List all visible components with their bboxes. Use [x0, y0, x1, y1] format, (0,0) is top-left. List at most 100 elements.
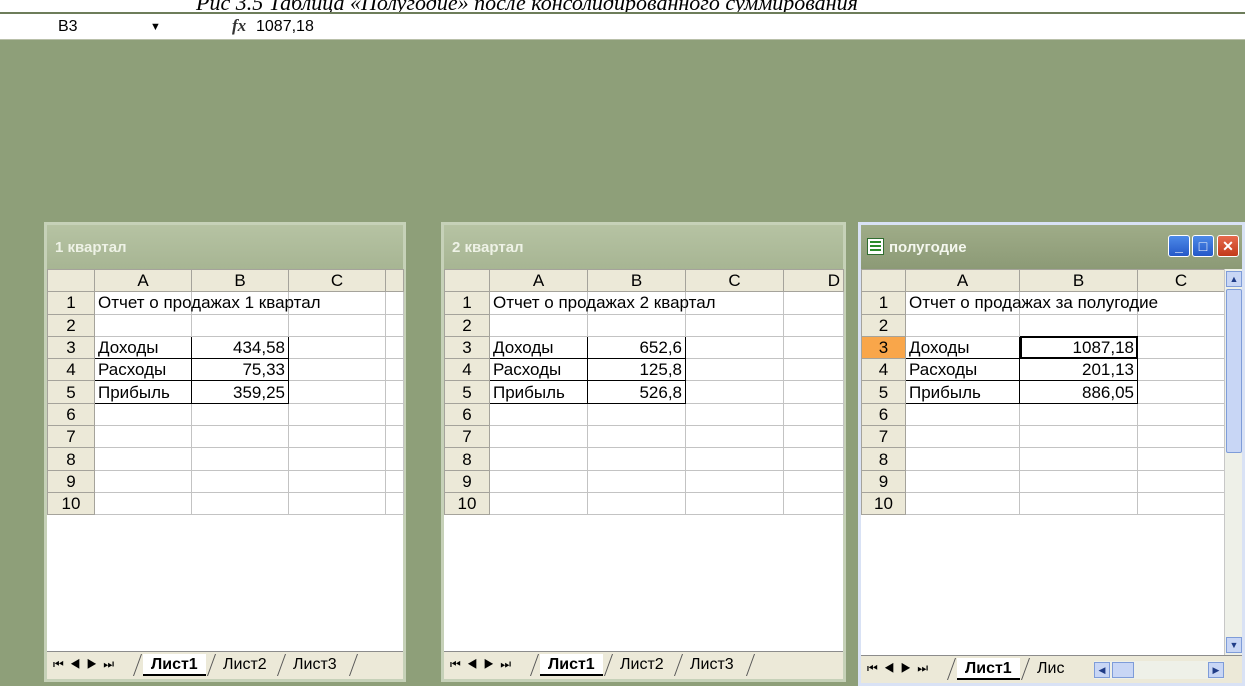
workbook-window-q1[interactable]: 1 квартал A B C 1 Отчет о продажах 1 квар…: [44, 222, 406, 682]
cell[interactable]: [489, 469, 588, 493]
cell[interactable]: Прибыль: [94, 380, 192, 404]
cell[interactable]: 652,6: [587, 335, 686, 360]
cell[interactable]: [1019, 447, 1138, 471]
cell[interactable]: [1019, 491, 1138, 516]
cell[interactable]: [1137, 313, 1225, 337]
row-header[interactable]: 3: [444, 335, 490, 360]
row-header[interactable]: 9: [861, 469, 906, 493]
cell[interactable]: 526,8: [587, 380, 686, 404]
cell[interactable]: [385, 447, 404, 471]
workbook-window-halfyear[interactable]: полугодие _ □ ✕ A B C 1 Отчет о продажах …: [858, 222, 1245, 686]
cell[interactable]: [191, 447, 289, 471]
cell[interactable]: 359,25: [191, 380, 289, 404]
formula-input[interactable]: 1087,18: [256, 17, 314, 37]
cell[interactable]: Расходы: [94, 358, 192, 382]
row-header[interactable]: 3: [47, 335, 95, 360]
cell[interactable]: Прибыль: [905, 380, 1020, 404]
sheet-nav-arrows-icon[interactable]: ⏮◀▶⏭: [867, 661, 934, 676]
close-button[interactable]: ✕: [1217, 235, 1239, 257]
cell[interactable]: [587, 313, 686, 337]
cell[interactable]: [783, 313, 844, 337]
cell[interactable]: [288, 380, 386, 404]
cell[interactable]: [1019, 313, 1138, 337]
horizontal-scrollbar[interactable]: ◀ ▶: [1094, 661, 1224, 679]
cell[interactable]: Расходы: [905, 358, 1020, 382]
cell[interactable]: 886,05: [1019, 380, 1138, 404]
cell[interactable]: [385, 358, 404, 382]
tab-sheet1[interactable]: Лист1: [143, 654, 206, 676]
cell[interactable]: Расходы: [489, 358, 588, 382]
function-icon[interactable]: fx: [232, 16, 246, 36]
cell[interactable]: [783, 358, 844, 382]
cell[interactable]: [685, 447, 784, 471]
row-header[interactable]: 1: [861, 291, 906, 315]
vertical-scrollbar[interactable]: ▲ ▼: [1224, 269, 1242, 655]
cell[interactable]: [191, 425, 289, 449]
sheet-nav-arrows-icon[interactable]: ⏮◀▶⏭: [53, 657, 120, 672]
cell[interactable]: [385, 380, 404, 404]
cell[interactable]: [1137, 425, 1225, 449]
sheet-nav-arrows-icon[interactable]: ⏮◀▶⏭: [450, 657, 517, 672]
cell[interactable]: Доходы: [905, 335, 1020, 360]
column-header[interactable]: [385, 268, 404, 293]
cell[interactable]: [783, 447, 844, 471]
cell[interactable]: [489, 491, 588, 516]
column-header[interactable]: C: [288, 268, 386, 293]
name-box[interactable]: B3: [0, 17, 138, 37]
row-header[interactable]: 6: [47, 402, 95, 427]
cell[interactable]: [288, 447, 386, 471]
chevron-down-icon[interactable]: ▼: [150, 19, 161, 35]
cell[interactable]: [905, 402, 1020, 427]
row-header[interactable]: 2: [861, 313, 906, 337]
cell[interactable]: [94, 313, 192, 337]
cell[interactable]: [385, 402, 404, 427]
cell[interactable]: [385, 291, 404, 315]
tab-sheet2[interactable]: Лист2: [215, 654, 275, 676]
row-header[interactable]: 6: [444, 402, 490, 427]
cell[interactable]: [587, 469, 686, 493]
cell[interactable]: [191, 491, 289, 516]
cell[interactable]: [1019, 425, 1138, 449]
cell[interactable]: 75,33: [191, 358, 289, 382]
row-header[interactable]: 3: [861, 335, 906, 360]
cell[interactable]: [685, 335, 784, 360]
cell[interactable]: [385, 335, 404, 360]
cell[interactable]: [288, 469, 386, 493]
row-header[interactable]: 1: [47, 291, 95, 315]
cell[interactable]: Доходы: [94, 335, 192, 360]
cell[interactable]: [94, 447, 192, 471]
cell[interactable]: [94, 491, 192, 516]
cell[interactable]: 434,58: [191, 335, 289, 360]
tab-sheet2[interactable]: Лист2: [612, 654, 672, 676]
row-header[interactable]: 4: [47, 358, 95, 382]
row-header[interactable]: 2: [47, 313, 95, 337]
cell[interactable]: [685, 491, 784, 516]
cell[interactable]: [587, 491, 686, 516]
row-header[interactable]: 5: [47, 380, 95, 404]
cell[interactable]: [685, 425, 784, 449]
cell[interactable]: [489, 425, 588, 449]
cell[interactable]: [191, 313, 289, 337]
active-cell[interactable]: 1087,18: [1019, 335, 1138, 360]
cell[interactable]: [783, 380, 844, 404]
cell[interactable]: Прибыль: [489, 380, 588, 404]
cell[interactable]: [783, 291, 844, 315]
maximize-button[interactable]: □: [1192, 235, 1214, 257]
cell[interactable]: [905, 469, 1020, 493]
scroll-up-icon[interactable]: ▲: [1226, 271, 1242, 287]
cell[interactable]: [94, 469, 192, 493]
tab-sheet1[interactable]: Лист1: [540, 654, 603, 676]
cell[interactable]: [489, 402, 588, 427]
cell[interactable]: [783, 425, 844, 449]
cell[interactable]: [385, 491, 404, 516]
row-header[interactable]: 1: [444, 291, 490, 315]
cell[interactable]: [587, 425, 686, 449]
cell[interactable]: Отчет о продажах 1 квартал: [94, 291, 321, 315]
cell[interactable]: [385, 425, 404, 449]
tab-sheet2[interactable]: Лис: [1029, 658, 1075, 680]
row-header[interactable]: 7: [444, 425, 490, 449]
cell[interactable]: [191, 402, 289, 427]
cell[interactable]: [489, 447, 588, 471]
row-header[interactable]: 10: [861, 491, 906, 516]
corner-cell[interactable]: [444, 268, 490, 293]
